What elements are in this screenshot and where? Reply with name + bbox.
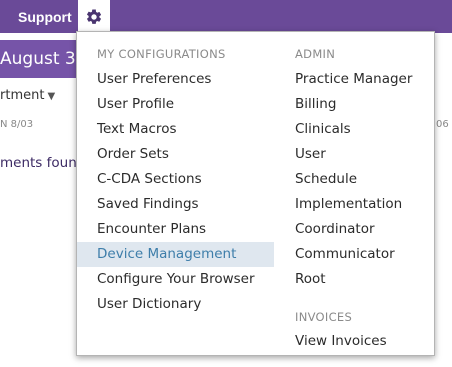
menu-item-user[interactable]: User bbox=[295, 142, 425, 167]
menu-item-view-invoices[interactable]: View Invoices bbox=[295, 329, 425, 354]
menu-item-saved-findings[interactable]: Saved Findings bbox=[77, 192, 274, 217]
settings-dropdown-menu: MY CONFIGURATIONS User Preferences User … bbox=[76, 31, 435, 356]
documents-found-text: ments foun bbox=[0, 155, 77, 171]
menu-item-implementation[interactable]: Implementation bbox=[295, 192, 425, 217]
menu-item-text-macros[interactable]: Text Macros bbox=[77, 117, 274, 142]
date-header: August 3 bbox=[0, 40, 78, 78]
menu-item-practice-manager[interactable]: Practice Manager bbox=[295, 67, 425, 92]
menu-item-schedule[interactable]: Schedule bbox=[295, 167, 425, 192]
menu-item-coordinator[interactable]: Coordinator bbox=[295, 217, 425, 242]
admin-heading: ADMIN bbox=[295, 47, 336, 61]
department-label: rtment bbox=[0, 88, 45, 103]
menu-item-clinicals[interactable]: Clinicals bbox=[295, 117, 425, 142]
menu-item-encounter-plans[interactable]: Encounter Plans bbox=[77, 217, 274, 242]
menu-item-user-dictionary[interactable]: User Dictionary bbox=[77, 292, 274, 317]
menu-item-user-profile[interactable]: User Profile bbox=[77, 92, 274, 117]
invoices-heading: INVOICES bbox=[295, 310, 353, 324]
support-link[interactable]: Support bbox=[18, 9, 72, 25]
gear-icon bbox=[86, 8, 102, 24]
menu-item-root[interactable]: Root bbox=[295, 267, 425, 292]
date-header-text: August 3 bbox=[0, 49, 76, 69]
my-configurations-heading: MY CONFIGURATIONS bbox=[97, 47, 226, 61]
menu-item-communicator[interactable]: Communicator bbox=[295, 242, 425, 267]
menu-item-device-management[interactable]: Device Management bbox=[77, 242, 274, 267]
settings-button[interactable] bbox=[78, 0, 110, 33]
menu-item-configure-your-browser[interactable]: Configure Your Browser bbox=[77, 267, 274, 292]
menu-item-billing[interactable]: Billing bbox=[295, 92, 425, 117]
menu-item-order-sets[interactable]: Order Sets bbox=[77, 142, 274, 167]
department-filter[interactable]: rtment ▼ bbox=[0, 88, 55, 103]
top-navigation-bar: Support bbox=[0, 0, 452, 33]
caret-down-icon: ▼ bbox=[47, 91, 56, 102]
right-number: 06 bbox=[436, 119, 449, 130]
small-date: N 8/03 bbox=[0, 119, 34, 130]
menu-item-ccda-sections[interactable]: C-CDA Sections bbox=[77, 167, 274, 192]
menu-item-user-preferences[interactable]: User Preferences bbox=[77, 67, 274, 92]
